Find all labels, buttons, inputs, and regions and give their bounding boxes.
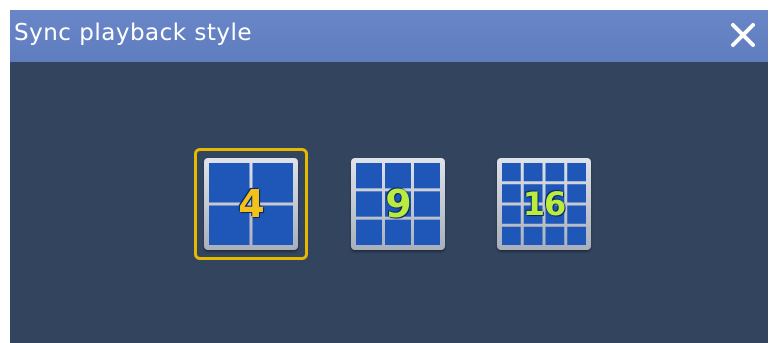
layout-option-9[interactable]: 9 bbox=[351, 158, 445, 250]
layout-number-label: 9 bbox=[385, 182, 411, 226]
layout-option-4[interactable]: 4 bbox=[194, 148, 308, 260]
nine-split-icon: 9 bbox=[351, 158, 445, 250]
title-bar: Sync playback style bbox=[10, 10, 768, 62]
layout-number-label: 16 bbox=[522, 185, 567, 223]
dialog-content: 4 9 16 bbox=[10, 62, 768, 343]
quad-split-icon: 4 bbox=[204, 158, 298, 250]
sixteen-split-icon: 16 bbox=[497, 158, 591, 250]
close-icon[interactable] bbox=[730, 22, 756, 48]
layout-number-label: 4 bbox=[238, 182, 264, 226]
layout-option-16[interactable]: 16 bbox=[497, 158, 591, 250]
sync-playback-style-dialog: Sync playback style 4 9 16 bbox=[10, 10, 768, 343]
dialog-title: Sync playback style bbox=[14, 20, 253, 46]
